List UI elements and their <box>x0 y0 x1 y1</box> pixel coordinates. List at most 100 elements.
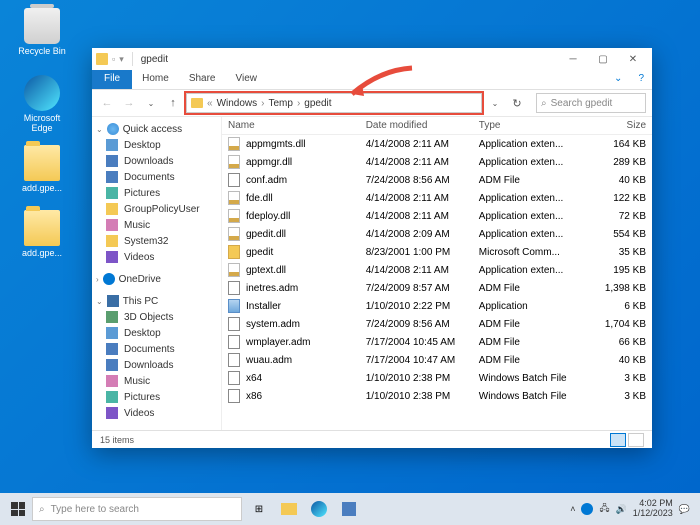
ribbon-expand-button[interactable]: ⌄ <box>606 70 630 89</box>
item-count: 15 items <box>100 435 134 445</box>
col-size[interactable]: Size <box>587 120 646 131</box>
file-row[interactable]: gptext.dll4/14/2008 2:11 AMApplication e… <box>222 261 652 279</box>
icons-view-button[interactable] <box>628 433 644 447</box>
file-row[interactable]: inetres.adm7/24/2009 8:57 AMADM File1,39… <box>222 279 652 297</box>
desktop-icon-folder-1[interactable]: add.gpe... <box>12 145 72 193</box>
file-size: 554 KB <box>587 229 646 240</box>
taskbar-search-input[interactable]: ⌕ Type here to search <box>32 497 242 521</box>
taskbar-store[interactable] <box>336 496 362 522</box>
crumb-overflow[interactable]: « <box>207 98 213 109</box>
qat-icon[interactable]: ▾ <box>119 54 124 65</box>
sidebar-item-3d-objects[interactable]: 3D Objects <box>92 309 221 325</box>
file-type-icon <box>228 245 240 259</box>
label: Microsoft Edge <box>12 113 72 133</box>
sidebar-item-downloads-pc[interactable]: Downloads <box>92 357 221 373</box>
file-row[interactable]: appmgmts.dll4/14/2008 2:11 AMApplication… <box>222 135 652 153</box>
sidebar-item-music-pc[interactable]: Music <box>92 373 221 389</box>
crumb-gpedit[interactable]: gpedit <box>304 98 331 109</box>
sidebar-item-documents-pc[interactable]: Documents <box>92 341 221 357</box>
back-button[interactable]: ← <box>98 94 116 112</box>
desktop-icon-recycle-bin[interactable]: Recycle Bin <box>12 8 72 56</box>
help-button[interactable]: ? <box>630 70 652 89</box>
minimize-button[interactable]: ─ <box>558 48 588 70</box>
sidebar-item-desktop[interactable]: Desktop <box>92 137 221 153</box>
notifications-icon[interactable]: 💬 <box>679 504 690 515</box>
address-bar[interactable]: « Windows › Temp › gpedit <box>186 93 482 113</box>
file-row[interactable]: x861/10/2010 2:38 PMWindows Batch File3 … <box>222 387 652 405</box>
file-row[interactable]: gpedit.dll4/14/2008 2:09 AMApplication e… <box>222 225 652 243</box>
tray-chevron-icon[interactable]: ˄ <box>570 504 575 514</box>
search-placeholder: Search gpedit <box>551 98 613 109</box>
refresh-button[interactable]: ↻ <box>508 94 526 112</box>
qat-icon[interactable]: ▫ <box>112 54 115 64</box>
sidebar-item-grouppolicy[interactable]: GroupPolicyUser <box>92 201 221 217</box>
col-date[interactable]: Date modified <box>366 120 479 131</box>
file-row[interactable]: system.adm7/24/2009 8:56 AMADM File1,704… <box>222 315 652 333</box>
file-row[interactable]: Installer1/10/2010 2:22 PMApplication6 K… <box>222 297 652 315</box>
videos-icon <box>106 251 118 263</box>
navigation-pane[interactable]: ⌄Quick access Desktop Downloads Document… <box>92 117 222 430</box>
file-row[interactable]: appmgr.dll4/14/2008 2:11 AMApplication e… <box>222 153 652 171</box>
address-dropdown-button[interactable]: ⌄ <box>486 94 504 112</box>
network-icon[interactable]: 🖧 <box>599 501 609 517</box>
taskbar-explorer[interactable] <box>276 496 302 522</box>
close-button[interactable]: ✕ <box>618 48 648 70</box>
placeholder: Type here to search <box>51 504 139 515</box>
sidebar-item-system32[interactable]: System32 <box>92 233 221 249</box>
file-type: Application exten... <box>479 139 587 150</box>
file-type: Application exten... <box>479 211 587 222</box>
tab-view[interactable]: View <box>226 70 268 89</box>
recent-button[interactable]: ⌄ <box>142 94 160 112</box>
documents-icon <box>106 343 118 355</box>
taskbar[interactable]: ⌕ Type here to search ⊞ ˄ 🖧 🔊 4:02 PM 1/… <box>0 493 700 525</box>
tab-home[interactable]: Home <box>132 70 179 89</box>
file-row[interactable]: fde.dll4/14/2008 2:11 AMApplication exte… <box>222 189 652 207</box>
clock[interactable]: 4:02 PM 1/12/2023 <box>633 499 673 519</box>
tab-share[interactable]: Share <box>179 70 226 89</box>
sidebar-item-videos-pc[interactable]: Videos <box>92 405 221 421</box>
folder-icon <box>24 145 60 181</box>
details-view-button[interactable] <box>610 433 626 447</box>
taskbar-edge[interactable] <box>306 496 332 522</box>
col-name[interactable]: Name <box>228 120 366 131</box>
onedrive-tray-icon[interactable] <box>581 503 593 515</box>
file-row[interactable]: gpedit8/23/2001 1:00 PMMicrosoft Comm...… <box>222 243 652 261</box>
chevron-right-icon[interactable]: › <box>297 98 300 109</box>
file-date: 4/14/2008 2:11 AM <box>366 265 479 276</box>
file-row[interactable]: wmplayer.adm7/17/2004 10:45 AMADM File66… <box>222 333 652 351</box>
up-button[interactable]: ↑ <box>164 94 182 112</box>
col-type[interactable]: Type <box>479 120 587 131</box>
titlebar[interactable]: ▫ ▾ gpedit ─ ▢ ✕ <box>92 48 652 70</box>
desktop-icon-folder-2[interactable]: add.gpe... <box>12 210 72 258</box>
file-date: 1/10/2010 2:38 PM <box>366 373 479 384</box>
volume-icon[interactable]: 🔊 <box>616 504 627 515</box>
chevron-right-icon[interactable]: › <box>261 98 264 109</box>
file-row[interactable]: conf.adm7/24/2008 8:56 AMADM File40 KB <box>222 171 652 189</box>
sidebar-quick-access[interactable]: ⌄Quick access <box>92 121 221 137</box>
file-row[interactable]: x641/10/2010 2:38 PMWindows Batch File3 … <box>222 369 652 387</box>
start-button[interactable] <box>4 495 32 523</box>
sidebar-item-documents[interactable]: Documents <box>92 169 221 185</box>
maximize-button[interactable]: ▢ <box>588 48 618 70</box>
sidebar-item-pictures-pc[interactable]: Pictures <box>92 389 221 405</box>
file-row[interactable]: fdeploy.dll4/14/2008 2:11 AMApplication … <box>222 207 652 225</box>
search-input[interactable]: ⌕ Search gpedit <box>536 93 646 113</box>
sidebar-item-desktop-pc[interactable]: Desktop <box>92 325 221 341</box>
system-tray[interactable]: ˄ 🖧 🔊 4:02 PM 1/12/2023 💬 <box>570 499 696 519</box>
file-type-icon <box>228 389 240 403</box>
crumb-windows[interactable]: Windows <box>217 98 258 109</box>
desktop-icon-edge[interactable]: Microsoft Edge <box>12 75 72 133</box>
sidebar-this-pc[interactable]: ⌄This PC <box>92 293 221 309</box>
sidebar-item-pictures[interactable]: Pictures <box>92 185 221 201</box>
task-view-button[interactable]: ⊞ <box>246 496 272 522</box>
sidebar-item-videos[interactable]: Videos <box>92 249 221 265</box>
store-icon <box>342 502 356 516</box>
sidebar-item-music[interactable]: Music <box>92 217 221 233</box>
sidebar-onedrive[interactable]: ›OneDrive <box>92 271 221 287</box>
file-list[interactable]: Name Date modified Type Size appmgmts.dl… <box>222 117 652 430</box>
file-row[interactable]: wuau.adm7/17/2004 10:47 AMADM File40 KB <box>222 351 652 369</box>
forward-button[interactable]: → <box>120 94 138 112</box>
sidebar-item-downloads[interactable]: Downloads <box>92 153 221 169</box>
tab-file[interactable]: File <box>92 70 132 89</box>
crumb-temp[interactable]: Temp <box>268 98 292 109</box>
